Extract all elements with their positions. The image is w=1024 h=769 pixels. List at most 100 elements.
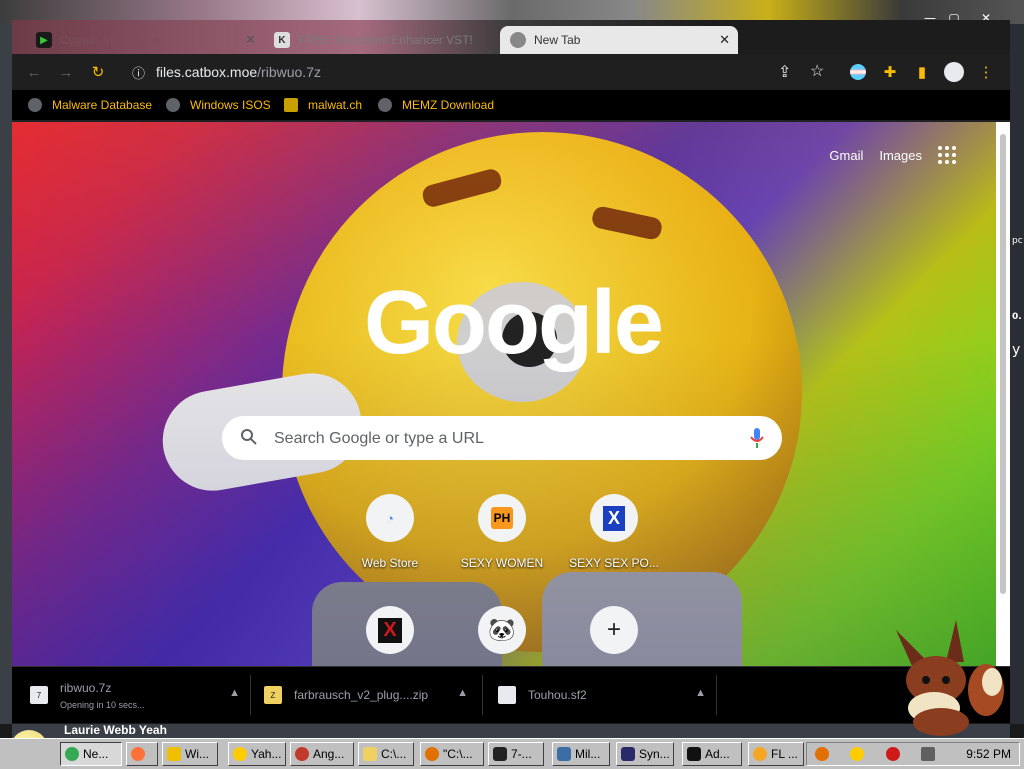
tab-soundfont[interactable]: K FREE Soundfont Enhancer VST! (264, 26, 502, 54)
taskbar-button-chrome[interactable]: Ne... (60, 742, 122, 766)
search-box[interactable] (222, 416, 782, 462)
tab-cygwin[interactable]: ▶ Cygwin Installation ✕ (26, 26, 264, 54)
taskbar-label: Ang... (313, 747, 345, 761)
desktop-window-title: Laurie Webb Yeah (64, 723, 167, 737)
terminal-icon (687, 747, 701, 761)
chrome-icon (510, 32, 526, 48)
archive-file-icon: 7 (30, 686, 48, 704)
taskbar-button-7zip[interactable]: 7-... (488, 742, 544, 766)
search-tray-icon[interactable] (815, 747, 829, 761)
bookmark-malware-database[interactable]: Malware Database (28, 96, 152, 114)
download-item[interactable]: Z farbrausch_v2_plug....zip ▲ (264, 675, 478, 715)
clock[interactable]: 9:52 PM (966, 747, 1011, 761)
shortcut-x-red[interactable]: X (335, 606, 445, 666)
smiley-tray-icon[interactable] (850, 747, 865, 761)
download-status: Opening in 10 secs... (60, 699, 145, 710)
search-icon (425, 747, 439, 761)
download-filename: ribwuo.7z (60, 680, 112, 695)
taskbar-button-firefox[interactable] (126, 742, 158, 766)
close-tab-icon[interactable]: ✕ (245, 32, 256, 48)
divider (250, 675, 251, 715)
apps-grid-icon[interactable] (938, 146, 956, 164)
ph-icon: PH (478, 494, 526, 542)
side-panel-icon[interactable]: ▮ (910, 60, 934, 84)
profile-avatar[interactable] (942, 60, 966, 84)
taskbar-button-wi[interactable]: Wi... (162, 742, 218, 766)
taskbar-label: FL ... (771, 747, 798, 761)
url-host: files.catbox.moe (156, 64, 258, 80)
gmail-link[interactable]: Gmail (829, 148, 863, 163)
add-shortcut-button[interactable]: + (559, 606, 669, 666)
browser-toolbar: ← → ↻ ⓘ files.catbox.moe/ribwuo.7z ⇪ ☆ ✚… (12, 54, 1010, 90)
desktop-background-right: pc 0. y (1010, 24, 1024, 724)
taskbar-button-ang[interactable]: Ang... (290, 742, 354, 766)
eevee-desktop-pet-image[interactable] (886, 600, 1010, 740)
forward-arrow-icon[interactable]: → (54, 60, 78, 84)
chevron-up-icon[interactable]: ▲ (229, 687, 240, 699)
shortcut-label: SEXY SEX PO... (569, 556, 659, 570)
desktop-background-left (0, 24, 12, 724)
shortcut-sexy-sex-po[interactable]: X SEXY SEX PO... (559, 494, 669, 594)
address-bar[interactable]: ⓘ files.catbox.moe/ribwuo.7z ⇪ ☆ (122, 58, 824, 86)
taskbar-button-syn[interactable]: Syn... (616, 742, 674, 766)
extensions-puzzle-icon[interactable]: ✚ (878, 60, 902, 84)
download-filename: farbrausch_v2_plug....zip (294, 688, 429, 702)
taskbar-button-search[interactable]: "C:\... (420, 742, 484, 766)
bookmark-memz-download[interactable]: MEMZ Download (378, 96, 494, 114)
chevron-up-icon[interactable]: ▲ (695, 687, 706, 699)
terminal-icon: ▶ (36, 32, 52, 48)
back-arrow-icon[interactable]: ← (22, 60, 46, 84)
download-item[interactable]: 7 ribwuo.7z Opening in 10 secs... ▲ (30, 675, 250, 715)
tab-label: Cygwin Installation (60, 33, 161, 47)
share-icon[interactable]: ⇪ (778, 62, 791, 82)
download-item[interactable]: Touhou.sf2 ▲ (498, 675, 716, 715)
info-icon[interactable]: ⓘ (132, 63, 145, 82)
images-link[interactable]: Images (879, 148, 922, 163)
tab-new-tab[interactable]: New Tab ✕ (500, 26, 738, 54)
divider (482, 675, 483, 715)
tab-strip: ▶ Cygwin Installation ✕ K FREE Soundfont… (12, 20, 1010, 54)
bookmark-label: malwat.ch (308, 98, 363, 112)
network-error-icon[interactable] (885, 747, 900, 761)
search-input[interactable] (272, 416, 736, 462)
downloads-bar: 7 ribwuo.7z Opening in 10 secs... ▲ Z fa… (12, 666, 1010, 723)
shortcut-sexy-women[interactable]: PH SEXY WOMEN (447, 494, 557, 594)
profile-flag-icon[interactable] (846, 60, 870, 84)
close-tab-icon[interactable]: ✕ (719, 32, 730, 48)
taskbar-label: 7-... (511, 747, 532, 761)
page-scrollbar[interactable] (996, 122, 1010, 666)
x-logo-icon: X (590, 494, 638, 542)
shortcut-panda[interactable]: 🐼 (447, 606, 557, 666)
menu-kebab-icon[interactable]: ⋮ (974, 60, 998, 84)
taskbar: Ne... Wi... Yah... Ang... C:\... "C:\...… (0, 738, 1024, 769)
taskbar-button-fl-studio[interactable]: FL ... (748, 742, 804, 766)
bookmark-star-icon[interactable]: ☆ (810, 61, 824, 81)
desktop-window-strip: Laurie Webb Yeah (12, 723, 1010, 738)
taskbar-label: Ad... (705, 747, 730, 761)
volume-icon[interactable] (920, 747, 935, 761)
reload-icon[interactable]: ↻ (86, 60, 110, 84)
chevron-up-icon[interactable]: ▲ (457, 687, 468, 699)
bookmarks-bar: Malware Database Windows ISOS malwat.ch … (12, 90, 1010, 120)
desktop-text-fragment: 0. (1012, 312, 1022, 322)
app-icon (295, 747, 309, 761)
web-store-icon: ◔ (366, 494, 414, 542)
smiley-icon (233, 747, 247, 761)
bookmark-label: MEMZ Download (402, 98, 495, 112)
globe-icon (28, 98, 42, 112)
zip-file-icon: Z (264, 686, 282, 704)
malwatch-icon (284, 98, 298, 112)
taskbar-button-cmd[interactable]: Ad... (682, 742, 742, 766)
microphone-icon[interactable] (750, 428, 764, 448)
taskbar-button-yahoo[interactable]: Yah... (228, 742, 286, 766)
taskbar-label: Ne... (83, 747, 109, 761)
taskbar-button-explorer[interactable]: C:\... (358, 742, 414, 766)
scrollbar-thumb[interactable] (1000, 134, 1006, 594)
shortcut-web-store[interactable]: ◔ Web Store (335, 494, 445, 594)
taskbar-button-mil[interactable]: Mil... (552, 742, 610, 766)
bookmark-malwatch[interactable]: malwat.ch (284, 96, 362, 114)
globe-icon (166, 98, 180, 112)
bookmark-label: Windows ISOS (190, 98, 271, 112)
bookmark-windows-isos[interactable]: Windows ISOS (166, 96, 271, 114)
7zip-icon (493, 747, 507, 761)
